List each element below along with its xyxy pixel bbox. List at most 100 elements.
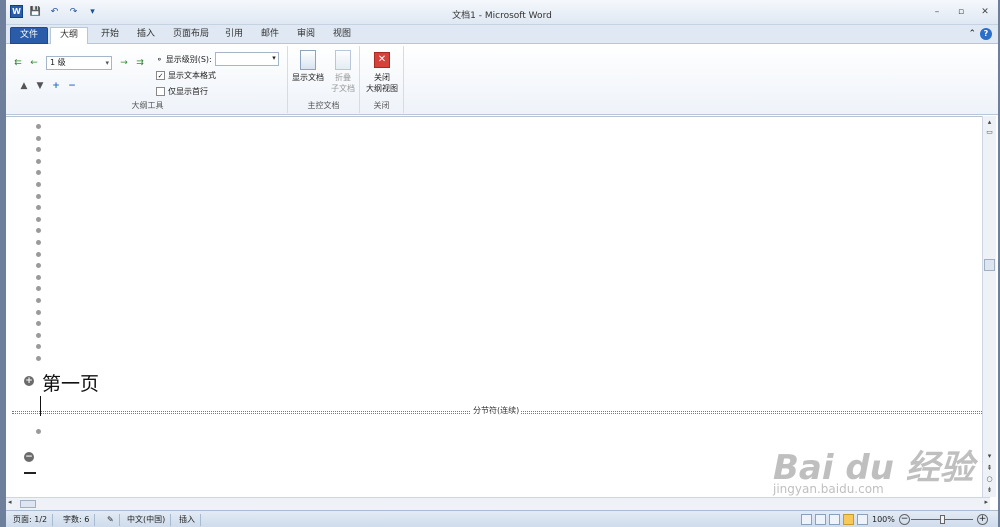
ruler-toggle-icon[interactable]: ▭ bbox=[983, 128, 996, 136]
collapse-subdocuments-button[interactable]: 折叠 子文档 bbox=[328, 50, 358, 94]
demote-icon[interactable]: → bbox=[118, 58, 130, 68]
zoom-level[interactable]: 100% bbox=[872, 515, 895, 524]
collapse-icon[interactable]: − bbox=[66, 81, 78, 91]
group-label-close: 关闭 bbox=[373, 101, 390, 110]
show-document-label: 显示文档 bbox=[292, 73, 324, 82]
minimize-button[interactable]: – bbox=[930, 6, 944, 18]
tab-page-layout[interactable]: 页面布局 bbox=[164, 27, 218, 44]
web-layout-icon[interactable] bbox=[829, 514, 840, 525]
show-document-button[interactable]: 显示文档 bbox=[292, 50, 324, 83]
zoom-in-icon[interactable]: + bbox=[977, 514, 988, 525]
scroll-left-icon[interactable]: ◂ bbox=[8, 498, 12, 506]
outline-bullet[interactable] bbox=[36, 135, 41, 141]
close-label-1: 关闭 bbox=[374, 73, 390, 82]
outline-bullet[interactable] bbox=[36, 216, 41, 222]
tab-review[interactable]: 审阅 bbox=[288, 27, 324, 44]
close-button[interactable]: ✕ bbox=[978, 6, 992, 18]
outline-bullet[interactable] bbox=[36, 263, 41, 269]
close-icon: ✕ bbox=[374, 52, 390, 68]
collapse-sub-label-1: 折叠 bbox=[335, 73, 351, 82]
outline-view-icon[interactable] bbox=[843, 514, 854, 525]
close-label-2: 大纲视图 bbox=[366, 84, 398, 93]
show-text-formatting-row: ✓ 显示文本格式 bbox=[156, 70, 216, 81]
outline-bullet[interactable] bbox=[36, 429, 41, 434]
collapse-heading-icon[interactable]: − bbox=[24, 452, 34, 462]
title-bar: W 💾 ↶ ↷ ▾ 文档1 - Microsoft Word – ▫ ✕ bbox=[6, 0, 998, 25]
outline-bullet[interactable] bbox=[36, 240, 41, 245]
word-window: W 💾 ↶ ↷ ▾ 文档1 - Microsoft Word – ▫ ✕ 文件 … bbox=[0, 0, 1000, 527]
show-level-select[interactable]: ▾ bbox=[214, 52, 279, 66]
collapse-sub-label-2: 子文档 bbox=[331, 84, 355, 93]
promote-icon[interactable]: ← bbox=[28, 58, 40, 68]
tab-mailings[interactable]: 邮件 bbox=[252, 27, 288, 44]
collapse-ribbon-icon[interactable]: ⌃ bbox=[968, 29, 976, 39]
outline-bullet[interactable] bbox=[36, 124, 41, 129]
status-bar: 页面: 1/2 字数: 6 ✎ 中文(中国) 插入 100% − + bbox=[6, 510, 998, 527]
tab-view[interactable]: 视图 bbox=[324, 27, 360, 44]
outline-bullet[interactable] bbox=[36, 193, 41, 199]
zoom-out-icon[interactable]: − bbox=[899, 514, 910, 525]
demote-to-body-icon[interactable]: ⇉ bbox=[134, 58, 146, 68]
draft-view-icon[interactable] bbox=[857, 514, 868, 525]
vertical-scroll-thumb[interactable] bbox=[984, 259, 995, 271]
outline-bullet[interactable] bbox=[36, 170, 41, 176]
outline-bullet[interactable] bbox=[36, 147, 41, 153]
outline-bullet[interactable] bbox=[36, 298, 41, 303]
outline-heading[interactable]: 第一页 bbox=[42, 369, 99, 396]
zoom-slider-knob[interactable] bbox=[940, 515, 945, 524]
group-label-master-document: 主控文档 bbox=[307, 101, 340, 110]
show-level-label: 显示级别(S): bbox=[165, 54, 212, 64]
outline-bullet[interactable] bbox=[36, 286, 41, 292]
tab-insert[interactable]: 插入 bbox=[128, 27, 164, 44]
outline-bullet[interactable] bbox=[36, 205, 41, 211]
group-master-document: 显示文档 折叠 子文档 主控文档 bbox=[288, 46, 360, 113]
show-first-line-checkbox[interactable] bbox=[156, 87, 165, 96]
show-text-formatting-checkbox[interactable]: ✓ bbox=[156, 71, 165, 80]
proofing-icon[interactable]: ✎ bbox=[102, 514, 120, 526]
tab-right-controls: ⌃ ? bbox=[968, 28, 992, 40]
restore-button[interactable]: ▫ bbox=[954, 6, 968, 18]
ribbon-tabs: 文件 大纲 开始 插入 页面布局 引用 邮件 审阅 视图 ⌃ ? bbox=[6, 25, 998, 44]
tab-outline[interactable]: 大纲 bbox=[50, 27, 89, 44]
show-level-icon: ⚬ bbox=[156, 54, 163, 64]
full-screen-reading-icon[interactable] bbox=[815, 514, 826, 525]
page-count[interactable]: 页面: 1/2 bbox=[8, 514, 54, 526]
move-up-icon[interactable]: ▲ bbox=[18, 81, 30, 91]
outline-bullet[interactable] bbox=[36, 274, 41, 280]
scroll-up-icon[interactable]: ▴ bbox=[983, 118, 996, 126]
move-down-icon[interactable]: ▼ bbox=[34, 81, 46, 91]
chevron-down-icon: ▾ bbox=[105, 59, 109, 67]
promote-to-heading-icon[interactable]: ⇇ bbox=[12, 58, 24, 68]
help-icon[interactable]: ? bbox=[980, 28, 992, 40]
word-count[interactable]: 字数: 6 bbox=[58, 514, 96, 526]
outline-bullet[interactable] bbox=[36, 182, 41, 187]
outline-bullet[interactable] bbox=[36, 321, 41, 327]
tab-references[interactable]: 引用 bbox=[216, 27, 252, 44]
window-title: 文档1 - Microsoft Word bbox=[452, 11, 552, 21]
ribbon: ⇇ ← 1 级 ▾ → ⇉ ▲ ▼ + − ⚬ 显示级别(S): ▾ ✓ 显示文… bbox=[6, 44, 998, 115]
insert-mode[interactable]: 插入 bbox=[174, 514, 201, 526]
outline-bullet[interactable] bbox=[36, 251, 41, 257]
outline-level-select[interactable]: 1 级 ▾ bbox=[46, 56, 112, 70]
outline-bullet[interactable] bbox=[36, 309, 41, 315]
outline-bullet[interactable] bbox=[36, 344, 41, 350]
outline-bullet[interactable] bbox=[36, 332, 41, 338]
print-layout-icon[interactable] bbox=[801, 514, 812, 525]
section-break-label: 分节符(连续) bbox=[471, 405, 522, 416]
tab-file[interactable]: 文件 bbox=[10, 27, 49, 44]
outline-bullet[interactable] bbox=[36, 356, 41, 361]
window-controls: – ▫ ✕ bbox=[930, 6, 992, 18]
language-status[interactable]: 中文(中国) bbox=[122, 514, 172, 526]
expand-icon[interactable]: + bbox=[50, 81, 62, 91]
outline-level-value: 1 级 bbox=[50, 58, 66, 67]
horizontal-scroll-thumb[interactable] bbox=[20, 500, 36, 508]
group-label-outline-tools: 大纲工具 bbox=[131, 101, 164, 110]
outline-bullet[interactable] bbox=[36, 228, 41, 234]
expand-heading-icon[interactable]: + bbox=[24, 376, 34, 386]
close-outline-view-button[interactable]: ✕ 关闭 大纲视图 bbox=[362, 50, 402, 94]
baidu-watermark: Bai du 经验 jingyan.baidu.com bbox=[771, 420, 991, 510]
tab-home[interactable]: 开始 bbox=[92, 27, 128, 44]
watermark-url: jingyan.baidu.com bbox=[773, 482, 884, 496]
document-icon bbox=[300, 50, 316, 70]
outline-bullet[interactable] bbox=[36, 158, 41, 164]
